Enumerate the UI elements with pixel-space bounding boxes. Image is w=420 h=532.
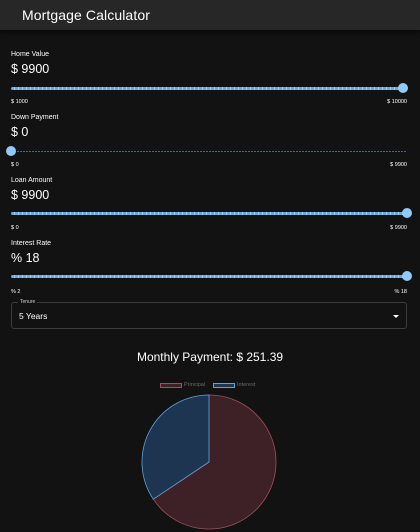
legend-swatch-principal (160, 383, 182, 388)
down-payment-display: $ 0 (11, 125, 29, 139)
legend-label-interest: Interest (237, 382, 256, 388)
tenure-label: Tenure (18, 299, 38, 305)
payment-pie-chart (141, 394, 277, 530)
interest-rate-slider-thumb[interactable] (402, 271, 412, 281)
down-payment-slider-thumb[interactable] (6, 146, 16, 156)
loan-amount-display: $ 9900 (11, 188, 50, 202)
home-value-display: $ 9900 (11, 62, 50, 76)
home-value-min-label: $ 1000 (11, 99, 28, 105)
tenure-select[interactable]: Tenure 5 Years (11, 299, 407, 329)
interest-rate-display: % 18 (11, 251, 40, 265)
interest-rate-max-label: % 18 (394, 289, 407, 295)
down-payment-slider-track[interactable] (11, 151, 407, 152)
loan-amount-min-label: $ 0 (11, 225, 19, 231)
dropdown-arrow-icon (393, 315, 399, 318)
chart-legend: Principal Interest (0, 382, 420, 390)
monthly-payment-text: Monthly Payment: $ 251.39 (136, 350, 284, 364)
interest-rate-label: Interest Rate (11, 240, 52, 247)
legend-swatch-interest (213, 383, 235, 388)
interest-rate-slider-track[interactable] (11, 275, 407, 278)
down-payment-label: Down Payment (11, 114, 59, 121)
down-payment-min-label: $ 0 (11, 162, 19, 168)
home-value-max-label: $ 10000 (387, 99, 407, 105)
home-value-slider-track[interactable] (11, 87, 407, 90)
app-title: Mortgage Calculator (22, 7, 150, 23)
loan-amount-slider-thumb[interactable] (402, 208, 412, 218)
app-bar: Mortgage Calculator (0, 0, 420, 30)
interest-rate-min-label: % 2 (11, 289, 21, 295)
loan-amount-max-label: $ 9900 (390, 225, 407, 231)
down-payment-max-label: $ 9900 (390, 162, 407, 168)
tenure-selected-value: 5 Years (19, 311, 48, 321)
legend-label-principal: Principal (184, 382, 206, 388)
home-value-slider-thumb[interactable] (397, 83, 408, 93)
loan-amount-slider-track[interactable] (11, 212, 407, 215)
home-value-label: Home Value (11, 51, 50, 58)
loan-amount-label: Loan Amount (11, 177, 53, 184)
